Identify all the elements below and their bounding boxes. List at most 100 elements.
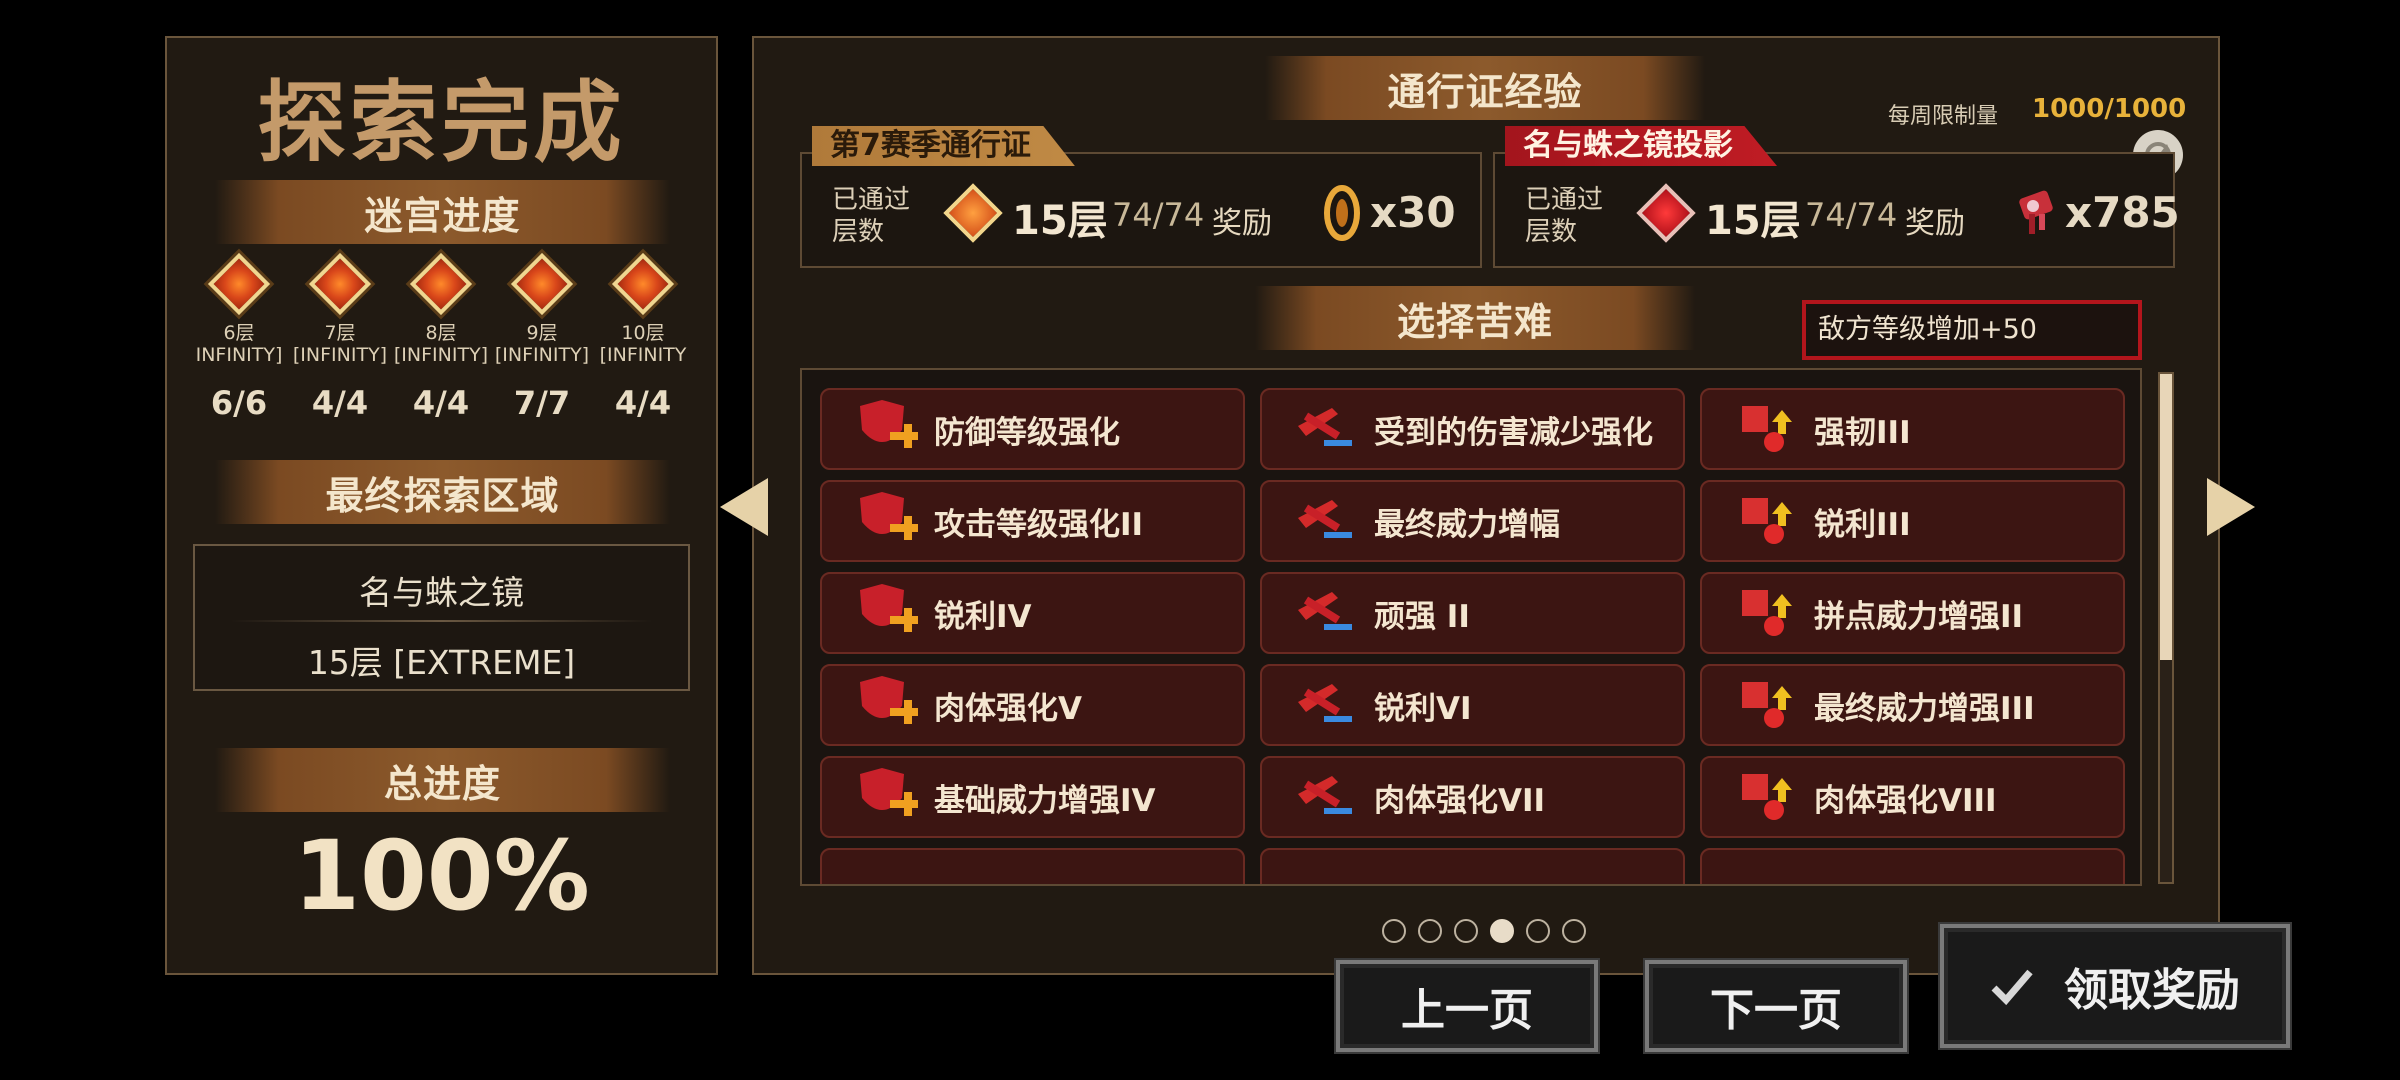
hardship-icon	[1742, 774, 1792, 820]
hardship-item[interactable]: 攻击等级强化II	[820, 480, 1245, 562]
hardship-label: 肉体强化V	[934, 690, 1082, 727]
hardship-item[interactable]: 肉体强化VIII	[1700, 756, 2125, 838]
floor-emblem-icon	[1636, 183, 1696, 243]
next-arrow-icon[interactable]	[2205, 476, 2257, 538]
ribbon-ticket-icon	[2019, 190, 2053, 234]
pass-exp-header: 通行证经验	[1265, 56, 1705, 120]
hardship-icon	[1298, 684, 1352, 722]
scrollbar-thumb[interactable]	[2160, 374, 2172, 660]
season-pass-card: 第7赛季通行证 已通过层数 15层 74/74 奖励 x30	[800, 126, 1482, 268]
floor-progress-7: 7层 [INFINITY] 4/4	[290, 252, 390, 422]
hardship-item-partial[interactable]	[1700, 848, 2125, 884]
hardship-icon	[1742, 682, 1792, 728]
hardship-item[interactable]: 锐利IV	[820, 572, 1245, 654]
hardship-label: 顽强 II	[1374, 598, 1470, 635]
hardship-label: 锐利III	[1814, 506, 1911, 543]
hardship-item[interactable]: 拼点威力增强II	[1700, 572, 2125, 654]
hardship-label: 受到的伤害减少强化	[1374, 414, 1653, 451]
next-page-button[interactable]: 下一页	[1645, 960, 1907, 1052]
divider	[231, 620, 652, 622]
hardship-item[interactable]: 最终威力增强III	[1700, 664, 2125, 746]
floor-label: 7层 [INFINITY]	[292, 322, 388, 366]
floor-progress-8: 8层 [INFINITY] 4/4	[391, 252, 491, 422]
floor-emblem-icon	[409, 252, 473, 316]
prev-arrow-icon[interactable]	[718, 476, 770, 538]
page-dot[interactable]	[1490, 919, 1514, 943]
hardship-icon	[1742, 498, 1792, 544]
reward-label: 奖励	[1905, 206, 1965, 241]
floor-emblem-icon	[943, 183, 1003, 243]
maze-progress-header: 迷宫进度	[215, 180, 670, 244]
hardship-item[interactable]: 防御等级强化	[820, 388, 1245, 470]
floor-progress-6: 6层 INFINITY] 6/6	[189, 252, 289, 422]
claim-label: 领取奖励	[2064, 965, 2240, 1016]
floor-label: 8层 [INFINITY]	[393, 322, 489, 366]
floor-label: 6层 INFINITY]	[195, 322, 283, 366]
floor-progress-10: 10层 [INFINITY 4/4	[593, 252, 693, 422]
passed-floor: 15层	[1705, 198, 1801, 244]
hardship-label: 拼点威力增强II	[1814, 598, 2024, 635]
floor-emblem-icon	[510, 252, 574, 316]
hardship-icon	[1742, 590, 1792, 636]
page-dot[interactable]	[1382, 919, 1406, 943]
floor-count: 4/4	[412, 384, 470, 422]
hardship-item[interactable]: 受到的伤害减少强化	[1260, 388, 1685, 470]
hardship-item[interactable]: 顽强 II	[1260, 572, 1685, 654]
passed-floors-label: 已通过层数	[1525, 185, 1604, 247]
floor-label: 9层 [INFINITY]	[494, 322, 590, 366]
final-area-name: 名与蛛之镜	[359, 573, 524, 612]
floor-count: 4/4	[614, 384, 672, 422]
hardship-item[interactable]: 最终威力增幅	[1260, 480, 1685, 562]
hardship-icon	[860, 584, 918, 632]
page-dot[interactable]	[1454, 919, 1478, 943]
hardship-item[interactable]: 肉体强化V	[820, 664, 1245, 746]
hardship-label: 最终威力增强III	[1814, 690, 2035, 727]
floor-emblem-icon	[308, 252, 372, 316]
hardship-item[interactable]: 肉体强化VII	[1260, 756, 1685, 838]
hardship-icon	[1298, 500, 1352, 538]
reward-label: 奖励	[1212, 206, 1272, 241]
page-dot[interactable]	[1418, 919, 1442, 943]
passed-floors-label: 已通过层数	[832, 185, 911, 247]
hardship-icon	[1742, 406, 1792, 452]
hardship-icon	[860, 768, 918, 816]
hardship-label: 强韧III	[1814, 414, 1911, 451]
hardship-label: 肉体强化VII	[1374, 782, 1546, 819]
floor-label: 10层 [INFINITY	[599, 322, 687, 366]
hardship-icon	[860, 676, 918, 724]
page-title: 探索完成	[257, 71, 626, 174]
hardship-item[interactable]: 强韧III	[1700, 388, 2125, 470]
floor-count: 4/4	[311, 384, 369, 422]
passed-ratio: 74/74	[1112, 196, 1205, 234]
claim-reward-button[interactable]: 领取奖励	[1940, 924, 2290, 1048]
hardship-item[interactable]: 基础威力增强IV	[820, 756, 1245, 838]
prev-page-button[interactable]: 上一页	[1336, 960, 1598, 1052]
total-progress-header: 总进度	[215, 748, 670, 812]
check-icon	[1991, 969, 2033, 1006]
page-dot[interactable]	[1562, 919, 1586, 943]
hardship-label: 防御等级强化	[934, 414, 1120, 451]
floor-progress-9: 9层 [INFINITY] 7/7	[492, 252, 592, 422]
hardship-item-partial[interactable]	[820, 848, 1245, 884]
reward-count: x30	[1370, 188, 1456, 237]
floor-emblem-icon	[611, 252, 675, 316]
hardship-item-partial[interactable]	[1260, 848, 1685, 884]
hardship-icon	[1298, 592, 1352, 630]
hardship-item[interactable]: 锐利III	[1700, 480, 2125, 562]
pass-tag: 名与蛛之镜投影	[1505, 126, 1777, 166]
hardship-label: 锐利VI	[1374, 690, 1472, 727]
hardship-list: 防御等级强化 受到的伤害减少强化 强韧III 攻击等级强化II 最终威力增幅 锐利III 锐…	[800, 368, 2142, 886]
weekly-limit-label: 每周限制量	[1888, 104, 1999, 129]
passed-floor: 15层	[1012, 198, 1108, 244]
floor-emblem-icon	[207, 252, 271, 316]
passed-ratio: 74/74	[1805, 196, 1898, 234]
hardship-label: 锐利IV	[934, 598, 1032, 635]
page-dot[interactable]	[1526, 919, 1550, 943]
hardship-label: 肉体强化VIII	[1814, 782, 1997, 819]
weekly-limit-value: 1000/1000	[2032, 94, 2187, 124]
final-area-floor: 15层 [EXTREME]	[307, 643, 576, 682]
hardship-item[interactable]: 锐利VI	[1260, 664, 1685, 746]
hardship-icon	[1298, 408, 1352, 446]
reward-count: x785	[2065, 188, 2180, 237]
final-area-header: 最终探索区域	[215, 460, 670, 524]
